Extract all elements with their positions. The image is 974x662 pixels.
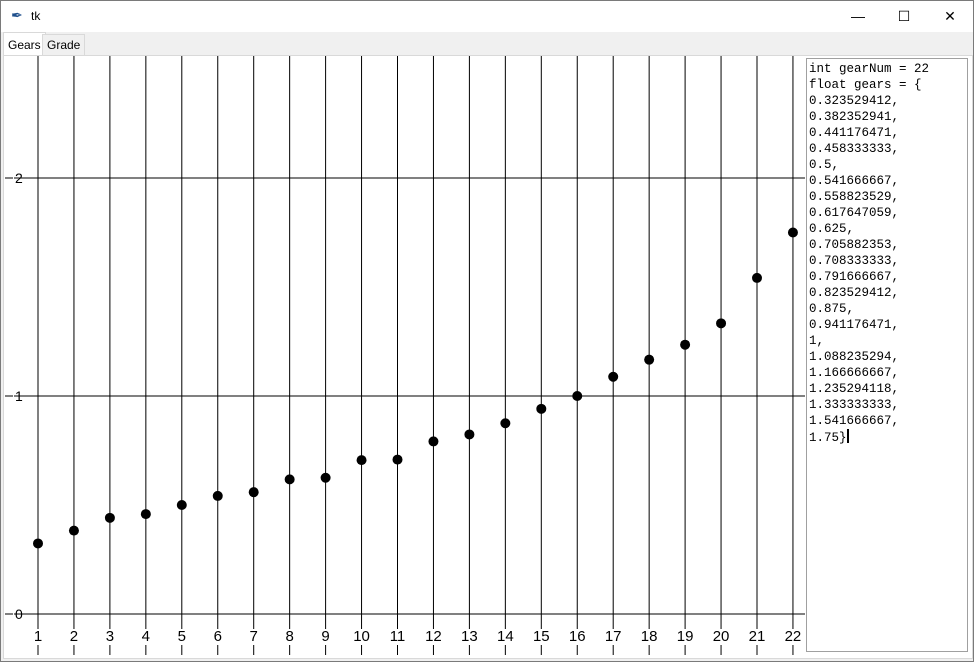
close-icon: ✕ <box>944 8 956 24</box>
x-tick-label: 19 <box>677 628 694 645</box>
minimize-button[interactable]: — <box>835 1 881 32</box>
code-line: 0.5, <box>809 158 840 172</box>
code-line: 0.441176471, <box>809 126 900 140</box>
x-tick-label: 11 <box>390 628 406 645</box>
x-tick-label: 14 <box>497 628 514 645</box>
code-line: 1.75} <box>809 429 849 445</box>
code-line: 1.235294118, <box>809 382 900 396</box>
x-tick-label: 8 <box>285 628 293 645</box>
data-point <box>787 227 798 238</box>
code-line: 0.458333333, <box>809 142 900 156</box>
x-tick-label: 5 <box>178 628 186 645</box>
x-tick-label: 3 <box>106 628 114 645</box>
data-point <box>320 472 331 483</box>
x-tick-label: 22 <box>785 628 802 645</box>
tab-grade[interactable]: Grade <box>42 34 86 55</box>
x-tick-label: 6 <box>214 628 222 645</box>
feather-icon: ✒ <box>11 7 23 23</box>
window-title: tk <box>31 9 41 23</box>
data-point <box>176 500 187 510</box>
code-line: 0.617647059, <box>809 206 900 220</box>
x-tick-label: 12 <box>425 628 442 645</box>
y-tick-label: 2 <box>15 170 23 186</box>
data-point <box>644 354 655 365</box>
code-line: 0.705882353, <box>809 238 900 252</box>
data-point <box>680 339 691 350</box>
data-point <box>104 512 115 523</box>
code-line: 0.708333333, <box>809 254 900 268</box>
data-point <box>572 391 583 401</box>
title-bar: ✒ tk — ☐ ✕ <box>1 1 973 32</box>
gears-chart: 0121 2 3 4 5 6 7 8 9 10 11 12 13 14 15 16 17 18 19 20 21 22 <box>5 56 805 655</box>
data-point <box>248 487 259 498</box>
code-line: 0.558823529, <box>809 190 900 204</box>
close-button[interactable]: ✕ <box>927 1 973 32</box>
data-point <box>752 272 762 283</box>
code-line: 0.541666667, <box>809 174 900 188</box>
minimize-icon: — <box>851 8 865 24</box>
x-tick-label: 13 <box>461 628 478 645</box>
data-point <box>68 525 79 536</box>
x-tick-label: 16 <box>569 628 586 645</box>
y-tick-label: 0 <box>15 606 23 622</box>
x-tick-label: 18 <box>641 628 658 645</box>
data-point <box>33 538 43 549</box>
code-line: 0.791666667, <box>809 270 900 284</box>
data-point <box>284 474 295 485</box>
x-tick-label: 20 <box>713 628 730 645</box>
tab-gears[interactable]: Gears <box>3 32 46 55</box>
maximize-button[interactable]: ☐ <box>881 1 927 32</box>
code-line: 0.323529412, <box>809 94 900 108</box>
code-line: 0.382352941, <box>809 110 900 124</box>
code-line: 1.088235294, <box>809 350 900 364</box>
x-tick-label: 4 <box>142 628 150 645</box>
code-line: 0.823529412, <box>809 286 900 300</box>
code-line: 1.333333333, <box>809 398 900 412</box>
data-point <box>212 490 223 501</box>
x-tick-label: 9 <box>321 628 329 645</box>
x-tick-label: 10 <box>353 628 370 645</box>
text-cursor <box>846 429 849 443</box>
code-line: float gears = { <box>809 78 922 92</box>
data-point <box>608 371 619 382</box>
x-tick-label: 1 <box>34 628 42 645</box>
data-point <box>716 318 727 329</box>
x-tick-label: 21 <box>749 628 766 645</box>
code-line: 1.541666667, <box>809 414 900 428</box>
code-line: 0.625, <box>809 222 855 236</box>
code-line: int gearNum = 22 <box>809 62 930 76</box>
code-line: 0.941176471, <box>809 318 900 332</box>
x-tick-label: 2 <box>70 628 78 645</box>
maximize-icon: ☐ <box>897 8 911 24</box>
data-point <box>500 418 511 429</box>
code-textbox[interactable]: int gearNum = 22 float gears = { 0.3235294… <box>806 58 968 652</box>
data-point <box>392 454 403 465</box>
data-point <box>536 403 547 414</box>
data-point <box>464 429 475 440</box>
y-tick-label: 1 <box>15 388 23 404</box>
code-line: 1, <box>809 334 825 348</box>
code-line: 1.166666667, <box>809 366 900 380</box>
x-tick-label: 17 <box>605 628 622 645</box>
x-tick-label: 15 <box>533 628 550 645</box>
x-tick-label: 7 <box>250 628 258 645</box>
code-line: 0.875, <box>809 302 855 316</box>
data-point <box>428 436 439 447</box>
data-point <box>140 509 151 520</box>
data-point <box>356 455 367 466</box>
